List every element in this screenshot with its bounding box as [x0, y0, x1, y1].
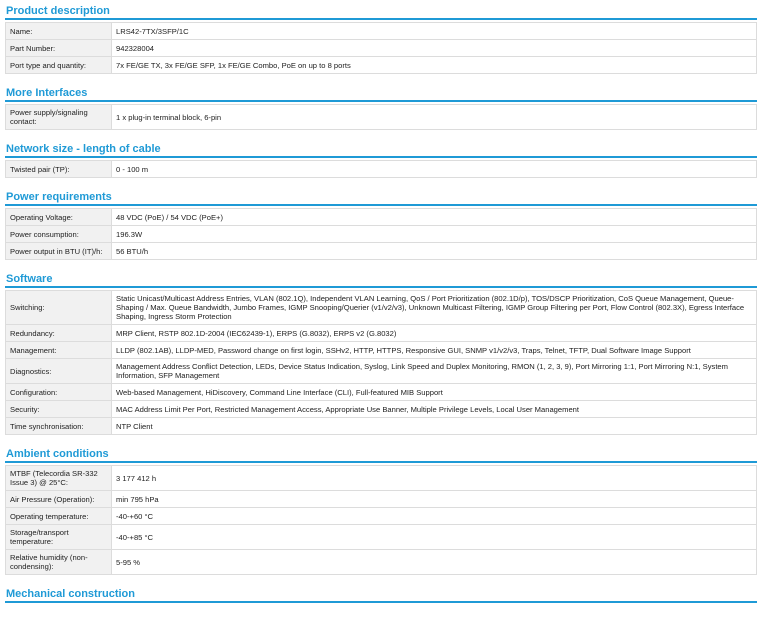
spec-label: Air Pressure (Operation):	[5, 490, 112, 508]
spec-label: Redundancy:	[5, 324, 112, 342]
spec-value: 3 177 412 h	[111, 465, 757, 491]
table-row: Air Pressure (Operation): min 795 hPa	[5, 490, 757, 508]
spec-label: Power output in BTU (IT)/h:	[5, 242, 112, 260]
spec-value: Static Unicast/Multicast Address Entries…	[111, 290, 757, 325]
spec-label: Configuration:	[5, 383, 112, 401]
spec-label: Switching:	[5, 290, 112, 325]
spec-value: MAC Address Limit Per Port, Restricted M…	[111, 400, 757, 418]
spec-label: Twisted pair (TP):	[5, 160, 112, 178]
spec-label: MTBF (Telecordia SR-332 Issue 3) @ 25°C:	[5, 465, 112, 491]
spec-label: Management:	[5, 341, 112, 359]
table-row: Storage/transport temperature: -40-+85 °C	[5, 524, 757, 550]
section-product-description: Product description Name: LRS42-7TX/3SFP/1…	[5, 0, 757, 82]
spec-value: 5-95 %	[111, 549, 757, 575]
section-software: Software Switching: Static Unicast/Multica…	[5, 268, 757, 443]
spec-table-software: Switching: Static Unicast/Multicast Addre…	[5, 290, 757, 435]
table-row: Operating temperature: -40-+60 °C	[5, 507, 757, 525]
spec-label: Diagnostics:	[5, 358, 112, 384]
section-ambient-conditions: Ambient conditions MTBF (Telecordia SR-33…	[5, 443, 757, 583]
spec-value: 56 BTU/h	[111, 242, 757, 260]
spec-value: -40-+85 °C	[111, 524, 757, 550]
spec-label: Part Number:	[5, 39, 112, 57]
table-row: Time synchronisation: NTP Client	[5, 417, 757, 435]
section-title-network-size: Network size - length of cable	[5, 138, 757, 158]
section-title-software: Software	[5, 268, 757, 288]
spec-value: LRS42-7TX/3SFP/1C	[111, 22, 757, 40]
spec-label: Security:	[5, 400, 112, 418]
section-mechanical-construction: Mechanical construction	[5, 583, 757, 603]
spec-table-more-interfaces: Power supply/signaling contact: 1 x plug-…	[5, 104, 757, 130]
table-row: Name: LRS42-7TX/3SFP/1C	[5, 22, 757, 40]
section-title-ambient-conditions: Ambient conditions	[5, 443, 757, 463]
spec-label: Operating temperature:	[5, 507, 112, 525]
spec-value: min 795 hPa	[111, 490, 757, 508]
spec-value: -40-+60 °C	[111, 507, 757, 525]
spec-sheet: Product description Name: LRS42-7TX/3SFP/1…	[0, 0, 762, 625]
table-row: Power supply/signaling contact: 1 x plug-…	[5, 104, 757, 130]
spec-value: 7x FE/GE TX, 3x FE/GE SFP, 1x FE/GE Comb…	[111, 56, 757, 74]
table-row: Twisted pair (TP): 0 - 100 m	[5, 160, 757, 178]
table-row: Switching: Static Unicast/Multicast Addre…	[5, 290, 757, 325]
table-row: Power consumption: 196.3W	[5, 225, 757, 243]
table-row: Redundancy: MRP Client, RSTP 802.1D-2004 …	[5, 324, 757, 342]
table-row: Relative humidity (non-condensing): 5-95 …	[5, 549, 757, 575]
table-row: Security: MAC Address Limit Per Port, Res…	[5, 400, 757, 418]
table-row: Diagnostics: Management Address Conflict …	[5, 358, 757, 384]
table-row: Port type and quantity: 7x FE/GE TX, 3x F…	[5, 56, 757, 74]
table-row: Configuration: Web-based Management, HiDi…	[5, 383, 757, 401]
spec-label: Time synchronisation:	[5, 417, 112, 435]
spec-value: 48 VDC (PoE) / 54 VDC (PoE+)	[111, 208, 757, 226]
spec-label: Operating Voltage:	[5, 208, 112, 226]
section-network-size: Network size - length of cable Twisted pa…	[5, 138, 757, 186]
spec-value: Management Address Conflict Detection, L…	[111, 358, 757, 384]
table-row: Power output in BTU (IT)/h: 56 BTU/h	[5, 242, 757, 260]
spec-value: NTP Client	[111, 417, 757, 435]
spec-table-power-requirements: Operating Voltage: 48 VDC (PoE) / 54 VDC …	[5, 208, 757, 260]
spec-value: MRP Client, RSTP 802.1D-2004 (IEC62439-1…	[111, 324, 757, 342]
table-row: Management: LLDP (802.1AB), LLDP-MED, Pas…	[5, 341, 757, 359]
spec-label: Power supply/signaling contact:	[5, 104, 112, 130]
section-more-interfaces: More Interfaces Power supply/signaling co…	[5, 82, 757, 138]
spec-value: 942328004	[111, 39, 757, 57]
spec-value: Web-based Management, HiDiscovery, Comma…	[111, 383, 757, 401]
section-power-requirements: Power requirements Operating Voltage: 48 V…	[5, 186, 757, 268]
spec-table-product-description: Name: LRS42-7TX/3SFP/1C Part Number: 942328…	[5, 22, 757, 74]
spec-value: 196.3W	[111, 225, 757, 243]
spec-label: Power consumption:	[5, 225, 112, 243]
section-title-product-description: Product description	[5, 0, 757, 20]
section-title-mechanical-construction: Mechanical construction	[5, 583, 757, 603]
table-row: Operating Voltage: 48 VDC (PoE) / 54 VDC …	[5, 208, 757, 226]
spec-value: 1 x plug-in terminal block, 6-pin	[111, 104, 757, 130]
spec-label: Port type and quantity:	[5, 56, 112, 74]
spec-label: Name:	[5, 22, 112, 40]
table-row: Part Number: 942328004	[5, 39, 757, 57]
spec-table-ambient-conditions: MTBF (Telecordia SR-332 Issue 3) @ 25°C:…	[5, 465, 757, 575]
spec-value: 0 - 100 m	[111, 160, 757, 178]
table-row: MTBF (Telecordia SR-332 Issue 3) @ 25°C:…	[5, 465, 757, 491]
spec-label: Relative humidity (non-condensing):	[5, 549, 112, 575]
spec-value: LLDP (802.1AB), LLDP-MED, Password chang…	[111, 341, 757, 359]
spec-label: Storage/transport temperature:	[5, 524, 112, 550]
section-title-more-interfaces: More Interfaces	[5, 82, 757, 102]
section-title-power-requirements: Power requirements	[5, 186, 757, 206]
spec-table-network-size: Twisted pair (TP): 0 - 100 m	[5, 160, 757, 178]
